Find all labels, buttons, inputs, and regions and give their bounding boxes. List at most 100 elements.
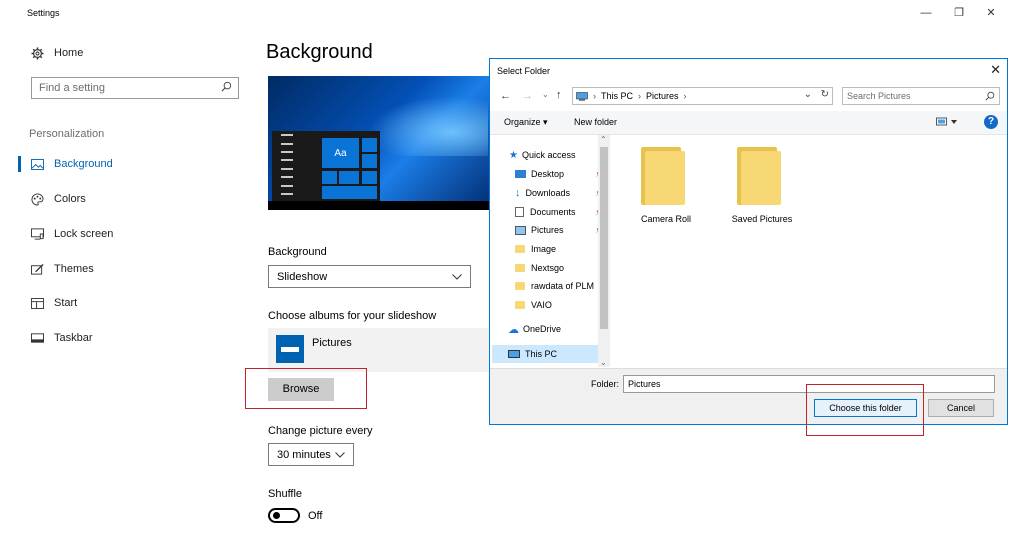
computer-icon [576, 91, 588, 101]
new-folder-button[interactable]: New folder [574, 117, 617, 127]
tree-label: Desktop [531, 169, 565, 179]
minimize-button[interactable]: — [916, 4, 936, 22]
tree-desktop[interactable]: Desktop 📌 [515, 165, 604, 183]
tree-label: Image [531, 244, 557, 254]
dialog-close-button[interactable]: ✕ [990, 62, 1001, 78]
refresh-icon[interactable]: ↻ [821, 89, 829, 100]
sidebar-home-label: Home [54, 47, 84, 59]
tree-label: Quick access [521, 150, 576, 160]
tree-nextsgo[interactable]: Nextsgo [515, 259, 564, 277]
tree-quick-access[interactable]: ★ Quick access [509, 146, 576, 164]
folder-saved-pictures[interactable]: Saved Pictures [717, 214, 807, 224]
cancel-button[interactable]: Cancel [928, 399, 994, 417]
dialog-footer: Folder: Pictures Choose this folder Canc… [490, 368, 1007, 424]
sidebar-item-label: Background [54, 158, 113, 170]
search-placeholder: Find a setting [39, 82, 106, 94]
background-dropdown-value: Slideshow [277, 270, 328, 283]
interval-dropdown[interactable]: 30 minutes [268, 443, 354, 466]
choose-folder-highlight [806, 384, 924, 436]
computer-icon [508, 350, 520, 358]
organize-menu[interactable]: Organize ▾ [504, 117, 548, 128]
scrollbar-thumb[interactable] [600, 147, 608, 329]
breadcrumb-this-pc[interactable]: This PC [601, 91, 633, 101]
folder-icon [515, 282, 525, 290]
tree-label: VAIO [531, 300, 552, 310]
up-arrow-icon[interactable]: ↑ [556, 89, 562, 101]
gear-icon [29, 46, 45, 60]
folder-icon [515, 264, 525, 272]
monitor-icon [29, 228, 45, 240]
taskbar-icon [29, 333, 45, 343]
download-icon: ↓ [515, 187, 521, 199]
sidebar-item-label: Themes [54, 263, 94, 275]
preview-tile-text: Aa [322, 138, 359, 168]
sidebar-item-colors[interactable]: Colors [18, 188, 228, 210]
folder-icon [515, 245, 525, 253]
tree-label: This PC [525, 349, 558, 359]
tree-documents[interactable]: Documents 📌 [515, 203, 604, 221]
pictures-icon [515, 225, 526, 235]
active-indicator [18, 156, 21, 172]
restore-button[interactable]: ❐ [949, 4, 969, 22]
tree-label: rawdata of PLM [531, 281, 595, 291]
search-icon [985, 91, 995, 101]
search-icon [221, 81, 232, 95]
dialog-title: Select Folder [497, 66, 551, 76]
close-button[interactable]: ✕ [981, 4, 1001, 22]
background-dropdown[interactable]: Slideshow [268, 265, 471, 288]
tree-scrollbar[interactable]: ⌃ ⌄ [598, 135, 610, 367]
album-item[interactable]: Pictures [268, 328, 490, 372]
tree-label: Pictures [531, 225, 564, 235]
folder-camera-roll[interactable]: Camera Roll [621, 214, 711, 224]
tree-vaio[interactable]: VAIO [515, 296, 552, 314]
sidebar-item-themes[interactable]: Themes [18, 258, 228, 280]
sidebar-item-lock-screen[interactable]: Lock screen [18, 223, 228, 245]
picture-icon [29, 158, 45, 170]
folder-icon[interactable] [737, 147, 781, 205]
background-preview: Aa [268, 76, 490, 210]
help-icon[interactable]: ? [984, 115, 998, 129]
sidebar-item-start[interactable]: Start [18, 292, 228, 314]
search-input[interactable]: Find a setting [31, 77, 239, 99]
tree-downloads[interactable]: ↓ Downloads 📌 [515, 184, 604, 202]
cloud-icon: ☁ [508, 323, 519, 336]
tree-rawdata-of-plm[interactable]: rawdata of PLM [515, 277, 594, 295]
history-chevron-icon[interactable]: ⌄ [542, 90, 549, 99]
back-arrow-icon[interactable]: ← [500, 90, 511, 102]
sidebar-home[interactable]: Home [18, 42, 228, 64]
shuffle-toggle[interactable] [268, 508, 300, 523]
section-label: Personalization [29, 128, 105, 140]
page-title: Background [266, 41, 373, 63]
tree-label: Nextsgo [531, 263, 565, 273]
tree-label: Downloads [525, 188, 571, 198]
sidebar-item-label: Taskbar [54, 332, 93, 344]
preview-start-menu: Aa [272, 131, 380, 201]
forward-arrow-icon[interactable]: → [522, 90, 533, 102]
sidebar-item-taskbar[interactable]: Taskbar [18, 327, 228, 349]
background-label: Background [268, 246, 327, 258]
change-picture-label: Change picture every [268, 425, 373, 437]
dialog-search-input[interactable]: Search Pictures [842, 87, 1000, 105]
tree-onedrive[interactable]: ☁ OneDrive [508, 320, 561, 338]
sidebar-item-label: Colors [54, 193, 86, 205]
shuffle-label: Shuffle [268, 488, 303, 500]
chevron-down-icon [335, 449, 345, 461]
star-icon: ★ [509, 149, 518, 161]
interval-dropdown-value: 30 minutes [277, 448, 331, 461]
chevron-down-icon [452, 271, 462, 283]
address-dropdown-icon[interactable]: ⌄ [804, 89, 812, 100]
document-icon [515, 207, 524, 217]
album-folder-icon [276, 335, 304, 363]
tree-pictures[interactable]: Pictures 📌 [515, 221, 604, 239]
dialog-toolbar: Organize ▾ New folder ? [490, 111, 1007, 135]
tree-image[interactable]: Image [515, 240, 556, 258]
breadcrumb-pictures[interactable]: Pictures [646, 91, 679, 101]
sidebar-item-background[interactable]: Background [18, 153, 228, 175]
tree-this-pc[interactable]: This PC [492, 345, 598, 363]
browse-button[interactable]: Browse [268, 378, 334, 401]
address-bar[interactable]: › This PC › Pictures › ⌄ ↻ [572, 87, 833, 105]
tree-label: OneDrive [523, 324, 562, 334]
brush-icon [29, 263, 45, 275]
view-options-icon[interactable] [936, 117, 958, 129]
folder-icon[interactable] [641, 147, 685, 205]
